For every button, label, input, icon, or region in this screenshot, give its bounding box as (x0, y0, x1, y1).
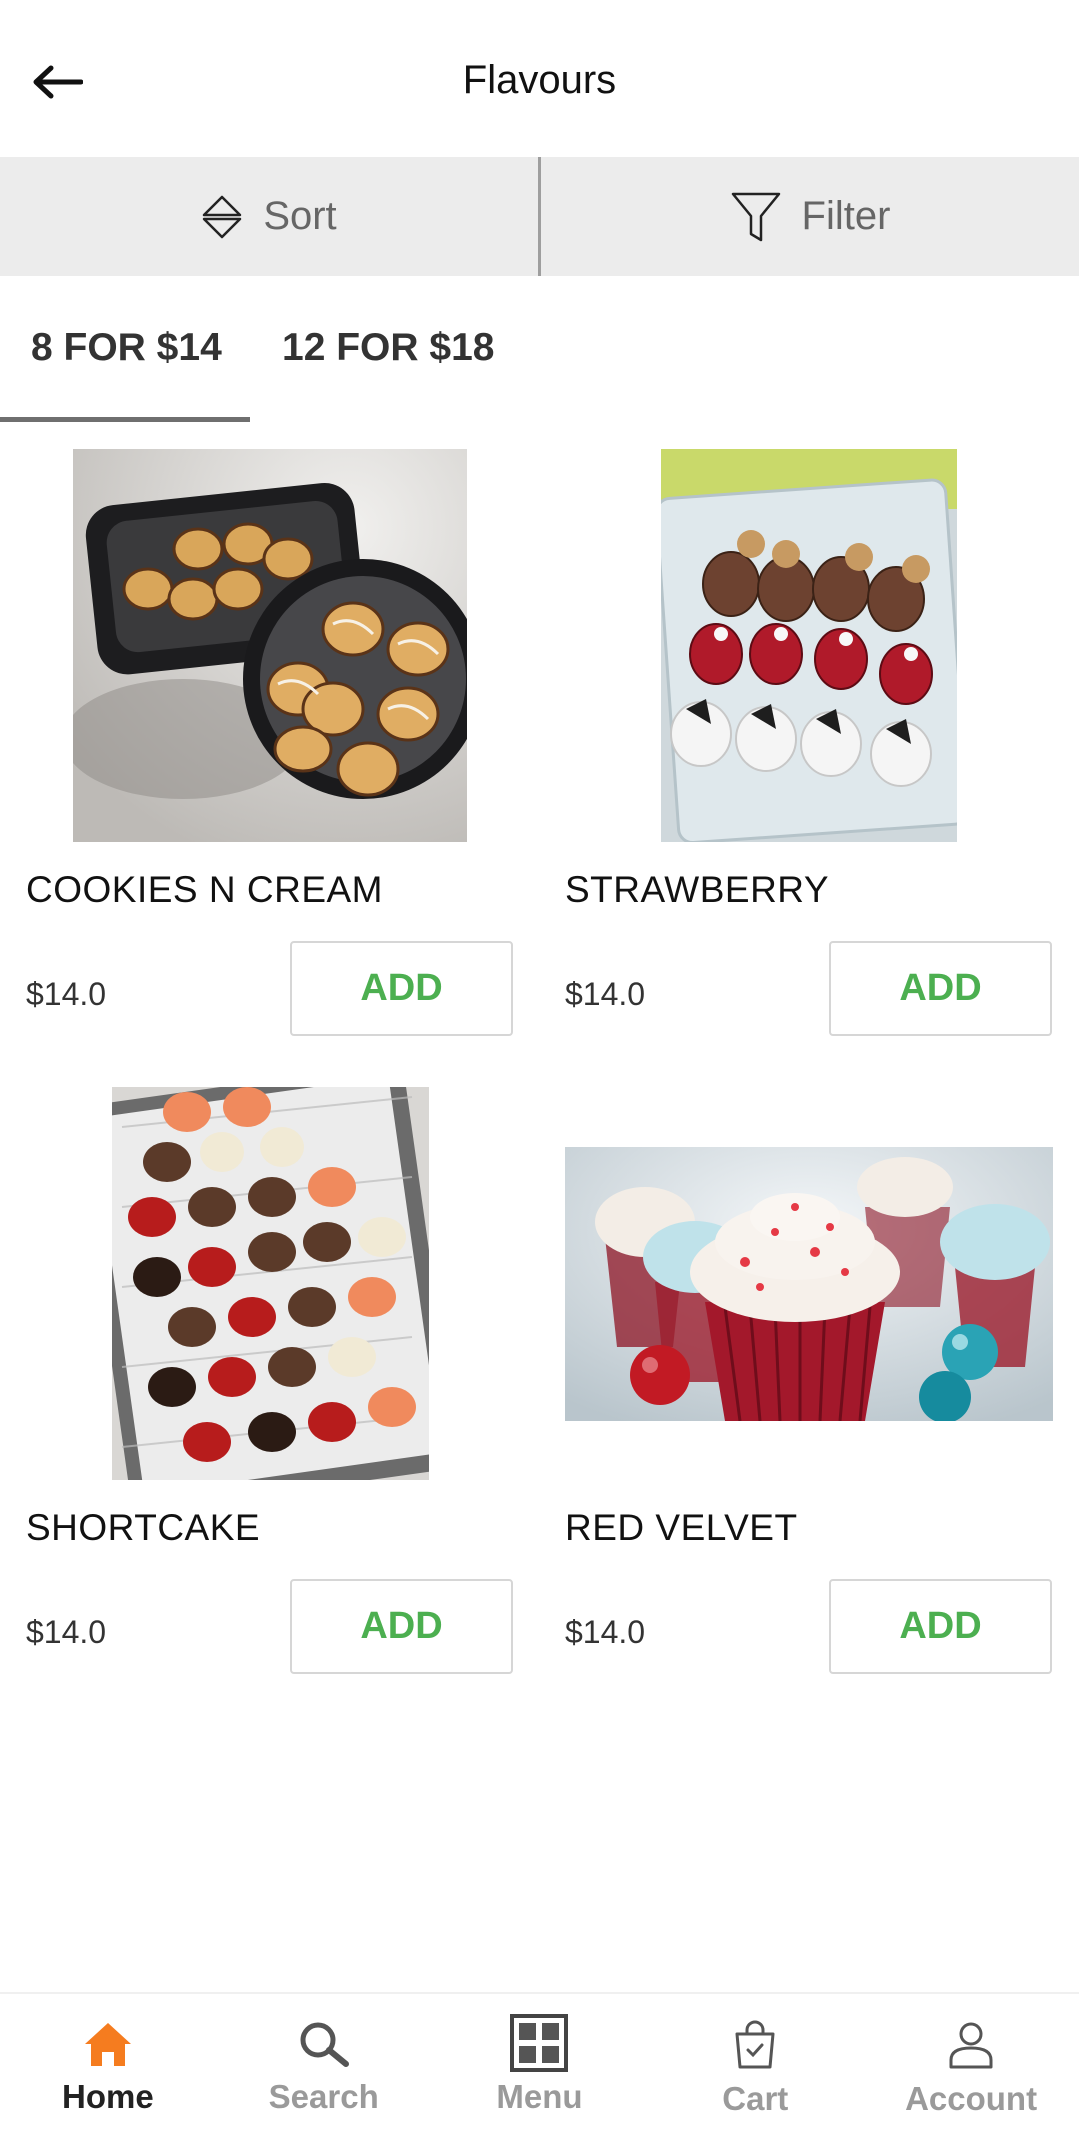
nav-menu[interactable]: Menu (432, 1994, 648, 2137)
add-button[interactable]: ADD (829, 1579, 1052, 1674)
filter-label: Filter (801, 194, 891, 238)
product-image-cookies-n-cream[interactable] (73, 449, 467, 842)
search-icon (300, 2022, 349, 2067)
nav-label-cart: Cart (722, 2080, 789, 2117)
nav-cart[interactable]: Cart (647, 1994, 863, 2137)
nav-home[interactable]: Home (0, 1994, 216, 2137)
account-icon (949, 2022, 993, 2069)
add-button[interactable]: ADD (290, 941, 513, 1036)
product-image-shortcake[interactable] (111, 1087, 429, 1480)
product-name: STRAWBERRY (565, 869, 830, 910)
cart-bag-icon (735, 2020, 775, 2069)
nav-label-menu: Menu (496, 2078, 583, 2115)
sort-icon (203, 195, 242, 238)
product-card: COOKIES N CREAM $14.0 ADD (0, 449, 540, 1087)
product-card: STRAWBERRY $14.0 ADD (539, 449, 1079, 1087)
product-image-red-velvet[interactable] (565, 1146, 1053, 1421)
nav-search[interactable]: Search (216, 1994, 432, 2137)
nav-label-home: Home (62, 2078, 154, 2115)
sort-label: Sort (263, 194, 337, 238)
product-price: $14.0 (26, 1614, 107, 1650)
nav-account[interactable]: Account (863, 1994, 1079, 2137)
product-price: $14.0 (26, 976, 107, 1012)
add-button[interactable]: ADD (829, 941, 1052, 1036)
app-header: Flavours (0, 0, 1079, 157)
nav-label-search: Search (268, 2078, 379, 2115)
active-tab-indicator (0, 417, 250, 422)
bottom-navigation: Home Search Menu Cart Account (0, 1992, 1079, 2137)
filter-funnel-icon (731, 192, 780, 241)
product-image-strawberry[interactable] (661, 449, 957, 842)
nav-label-account: Account (905, 2080, 1038, 2117)
sort-filter-bar: Sort Filter (0, 157, 1079, 276)
product-name: RED VELVET (565, 1507, 798, 1548)
filter-button[interactable]: Filter (541, 157, 1079, 276)
product-price: $14.0 (565, 1614, 646, 1650)
tab-8-for-14[interactable]: 8 FOR $14 (31, 326, 222, 370)
product-name: SHORTCAKE (26, 1507, 261, 1548)
product-price: $14.0 (565, 976, 646, 1012)
add-button[interactable]: ADD (290, 1579, 513, 1674)
product-card: SHORTCAKE $14.0 ADD (0, 1087, 540, 1725)
home-icon (84, 2023, 131, 2066)
pack-size-tabs: 8 FOR $14 12 FOR $18 (0, 276, 1079, 423)
tab-12-for-18[interactable]: 12 FOR $18 (282, 326, 494, 370)
page-title: Flavours (462, 58, 617, 102)
sort-button[interactable]: Sort (0, 157, 538, 276)
product-card: RED VELVET $14.0 ADD (539, 1087, 1079, 1725)
product-name: COOKIES N CREAM (26, 869, 383, 910)
menu-grid-icon (510, 2014, 569, 2072)
